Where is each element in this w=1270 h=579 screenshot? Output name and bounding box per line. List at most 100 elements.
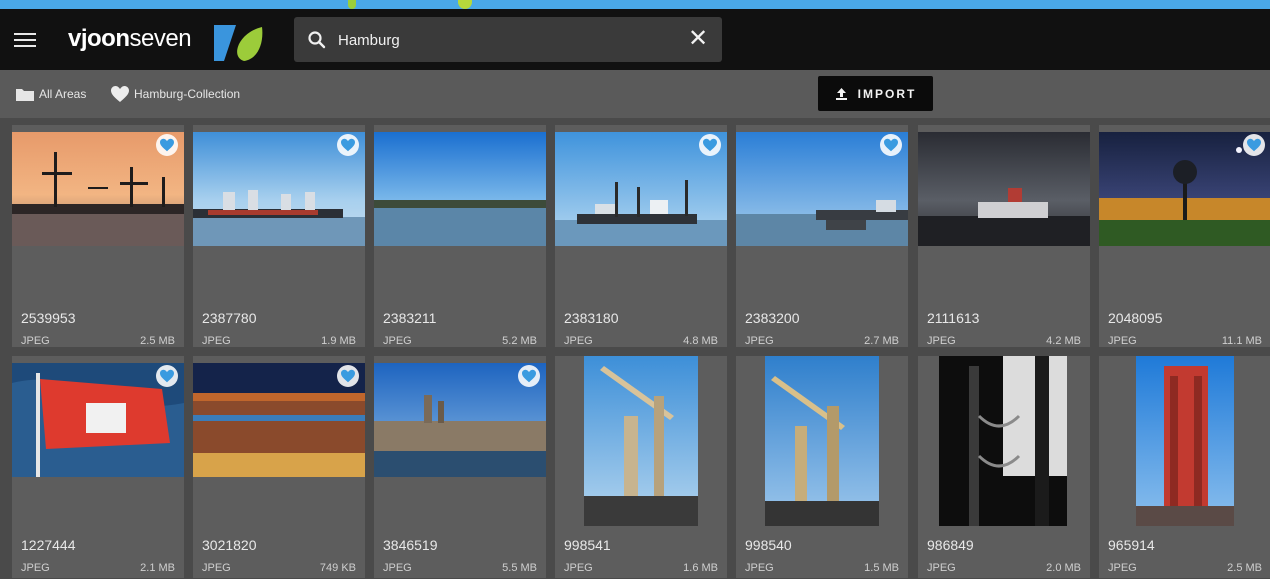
search-bar: ✕ [294,17,722,62]
asset-size: 1.5 MB [864,562,899,574]
asset-size: 749 KB [319,562,356,574]
favorite-heart-icon[interactable] [699,134,721,156]
import-button[interactable]: IMPORT [818,76,933,111]
top-accent-strip [0,0,1270,9]
breadcrumb-label: All Areas [39,87,87,101]
asset-id: 986849 [927,537,974,553]
logo-leaf-icon [214,25,263,61]
favorite-heart-icon[interactable] [1243,134,1265,156]
asset-thumbnail [584,356,698,526]
logo-text-light: seven [129,25,192,52]
asset-thumbnail [918,132,1090,246]
asset-size: 2.0 MB [1046,562,1081,574]
asset-id: 998541 [564,537,611,553]
asset-format: JPEG [21,562,50,574]
thumbnail-image [765,356,879,526]
asset-format: JPEG [927,335,956,347]
asset-size: 4.2 MB [1046,335,1081,347]
breadcrumb-label: Hamburg-Collection [134,87,241,101]
asset-card[interactable]: 2383180 JPEG 4.8 MB [555,125,727,347]
asset-id: 3846519 [383,537,438,553]
asset-size: 2.7 MB [864,335,899,347]
asset-card[interactable]: 2387780 JPEG 1.9 MB [193,125,365,347]
asset-card[interactable]: 998541 JPEG 1.6 MB [555,356,727,578]
asset-format: JPEG [202,335,231,347]
asset-size: 2.5 MB [140,335,175,347]
asset-thumbnail [939,356,1067,526]
hamburger-menu-icon[interactable] [14,33,36,49]
decor-shape [348,0,356,9]
import-label: IMPORT [857,86,917,101]
asset-id: 1227444 [21,537,76,553]
asset-format: JPEG [927,562,956,574]
asset-card[interactable]: 2383200 JPEG 2.7 MB [736,125,908,347]
asset-card[interactable]: 1227444 JPEG 2.1 MB [12,356,184,578]
favorite-heart-icon[interactable] [156,365,178,387]
asset-card[interactable]: 965914 JPEG 2.5 MB [1099,356,1270,578]
clear-search-icon[interactable]: ✕ [686,26,710,52]
asset-format: JPEG [383,335,412,347]
asset-id: 2048095 [1108,310,1163,326]
asset-card[interactable]: 986849 JPEG 2.0 MB [918,356,1090,578]
folder-icon [16,89,34,101]
asset-size: 5.2 MB [502,335,537,347]
asset-format: JPEG [564,335,593,347]
asset-format: JPEG [202,562,231,574]
asset-id: 2111613 [927,310,980,326]
app-header: vjoonseven ✕ [0,9,1270,70]
upload-icon [835,88,847,100]
asset-id: 965914 [1108,537,1155,553]
search-icon [308,31,326,49]
asset-size: 11.1 MB [1221,335,1262,347]
thumbnail-image [1136,356,1234,526]
asset-thumbnail [374,132,546,246]
asset-size: 1.9 MB [321,335,356,347]
asset-id: 998540 [745,537,792,553]
heart-icon [111,86,129,102]
logo-text-bold: vjoon [68,25,130,52]
thumbnail-image [939,356,1067,526]
asset-format: JPEG [383,562,412,574]
favorite-heart-icon[interactable] [156,134,178,156]
favorite-heart-icon[interactable] [518,365,540,387]
asset-thumbnail [1136,356,1234,526]
asset-id: 3021820 [202,537,257,553]
app-logo-text: vjoonseven [68,25,192,53]
asset-card[interactable]: 2539953 JPEG 2.5 MB [12,125,184,347]
asset-format: JPEG [564,562,593,574]
decor-shape [458,0,472,9]
asset-size: 5.5 MB [502,562,537,574]
asset-id: 2383211 [383,310,437,326]
asset-card[interactable]: 3021820 JPEG 749 KB [193,356,365,578]
asset-format: JPEG [1108,562,1137,574]
asset-card[interactable]: 2383211 JPEG 5.2 MB [374,125,546,347]
thumbnail-image [918,132,1090,246]
asset-card[interactable]: 3846519 JPEG 5.5 MB [374,356,546,578]
asset-thumbnail [765,356,879,526]
asset-grid: 2539953 JPEG 2.5 MB 2387780 JPEG 1.9 MB [0,118,1270,579]
asset-format: JPEG [745,562,774,574]
collection-toolbar: All Areas Hamburg-Collection IMPORT [0,70,1270,118]
asset-size: 2.5 MB [1227,562,1262,574]
breadcrumb-all-areas[interactable]: All Areas [15,84,86,104]
asset-size: 1.6 MB [683,562,718,574]
favorite-heart-icon[interactable] [337,365,359,387]
asset-card[interactable]: 2111613 JPEG 4.2 MB [918,125,1090,347]
asset-format: JPEG [745,335,774,347]
asset-size: 2.1 MB [140,562,175,574]
asset-id: 2387780 [202,310,257,326]
asset-card[interactable]: 2048095 JPEG 11.1 MB [1099,125,1270,347]
asset-id: 2383200 [745,310,800,326]
asset-id: 2383180 [564,310,619,326]
breadcrumb-hamburg-collection[interactable]: Hamburg-Collection [110,84,240,104]
asset-format: JPEG [21,335,50,347]
favorite-heart-icon[interactable] [337,134,359,156]
asset-format: JPEG [1108,335,1137,347]
asset-id: 2539953 [21,310,76,326]
search-input[interactable] [338,27,678,53]
asset-size: 4.8 MB [683,335,718,347]
thumbnail-image [374,132,546,246]
thumbnail-image [584,356,698,526]
favorite-heart-icon[interactable] [880,134,902,156]
asset-card[interactable]: 998540 JPEG 1.5 MB [736,356,908,578]
